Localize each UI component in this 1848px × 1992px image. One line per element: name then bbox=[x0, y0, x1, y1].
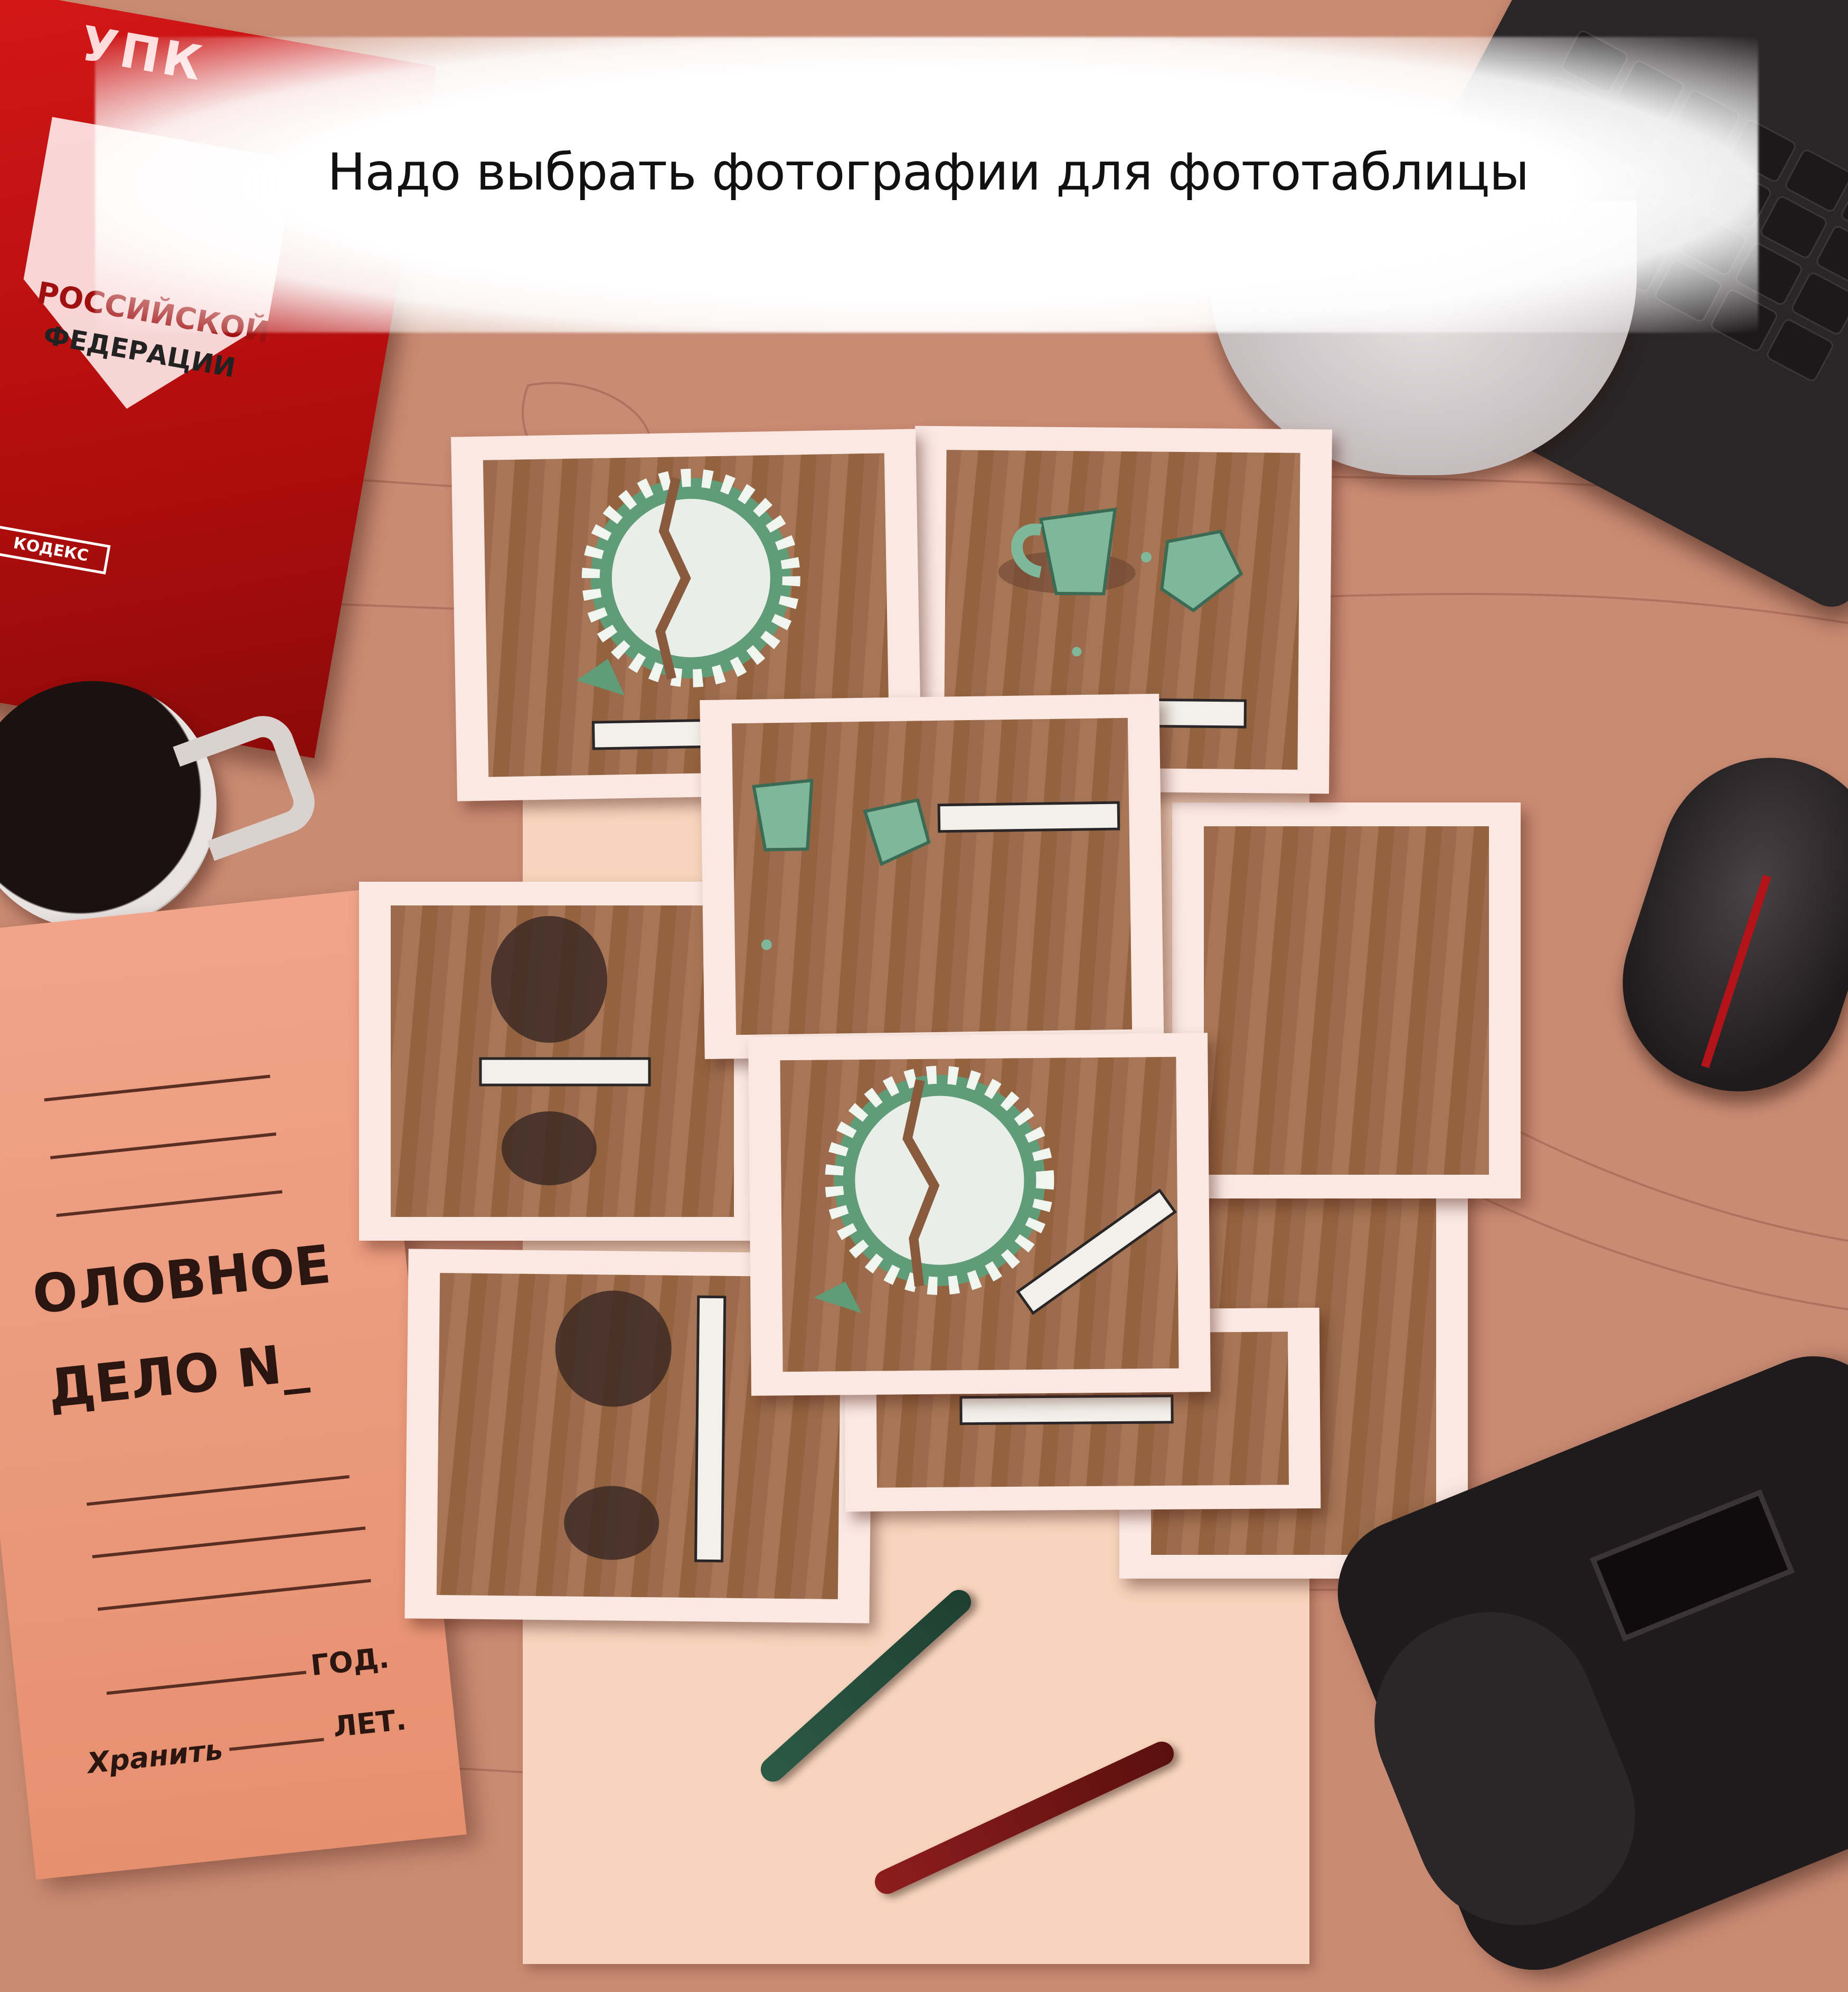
photo-broken-cup-ruler[interactable] bbox=[700, 693, 1164, 1060]
folder-title-line-2: ДЕЛО N_ bbox=[45, 1331, 311, 1420]
dialogue-text: Надо выбрать фотографии для фототаблицы bbox=[327, 143, 1529, 202]
broken-plate-diagonal-illustration bbox=[814, 1065, 1177, 1315]
photo-broken-plate-diagonal[interactable] bbox=[748, 1033, 1211, 1396]
folder-title-line-1: ОЛОВНОЕ bbox=[30, 1233, 334, 1326]
folder-keep-label: Хранить bbox=[86, 1733, 224, 1780]
book-publisher-badge: КОДЕКС bbox=[0, 525, 111, 575]
folder-years-label: ЛЕТ. bbox=[331, 1703, 408, 1744]
shoe-print-illustration bbox=[479, 916, 651, 1185]
broken-cup-ruler-illustration bbox=[752, 778, 1120, 950]
photo-card-back-right-2[interactable] bbox=[1172, 803, 1521, 1198]
game-scene: УПК РОССИЙСКОЙ ФЕДЕРАЦИИ КОДЕКС ОЛОВНОЕ … bbox=[0, 0, 1848, 1992]
folder-year-label: ГОД. bbox=[309, 1641, 391, 1683]
